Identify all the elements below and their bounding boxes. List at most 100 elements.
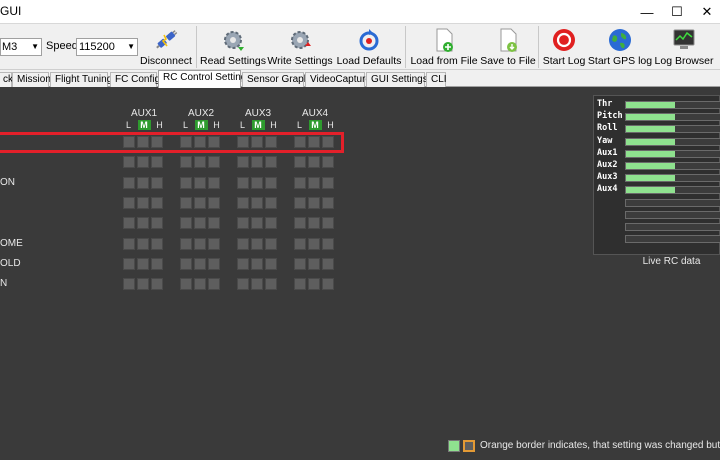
aux4-low-checkbox[interactable]	[294, 238, 306, 250]
baud-select[interactable]: 115200 ▼	[76, 38, 138, 56]
aux3-low-checkbox[interactable]	[237, 197, 249, 209]
aux2-low-checkbox[interactable]	[180, 258, 192, 270]
aux1-low-checkbox[interactable]	[123, 156, 135, 168]
aux3-mid-checkbox[interactable]	[251, 177, 263, 189]
aux3-mid-checkbox[interactable]	[251, 278, 263, 290]
aux2-mid-checkbox[interactable]	[194, 177, 206, 189]
tab-video-capture[interactable]: VideoCapture	[305, 72, 371, 87]
aux4-mid-checkbox[interactable]	[308, 177, 320, 189]
write-settings-button[interactable]: Write Settings	[267, 24, 333, 70]
aux1-mid-checkbox[interactable]	[137, 278, 149, 290]
aux1-high-checkbox[interactable]	[151, 197, 163, 209]
aux4-high-checkbox[interactable]	[322, 156, 334, 168]
log-browser-button[interactable]: Log Browser	[654, 24, 714, 70]
aux2-low-checkbox[interactable]	[180, 238, 192, 250]
aux1-mid-checkbox[interactable]	[137, 197, 149, 209]
aux1-low-checkbox[interactable]	[123, 177, 135, 189]
aux2-high-checkbox[interactable]	[208, 238, 220, 250]
aux4-mid-checkbox[interactable]	[308, 156, 320, 168]
tab-rc-control-settings[interactable]: RC Control Settings	[158, 70, 251, 88]
aux4-low-checkbox[interactable]	[294, 177, 306, 189]
aux4-low-checkbox[interactable]	[294, 156, 306, 168]
close-button[interactable]: ✕	[692, 0, 720, 24]
aux3-mid-checkbox[interactable]	[251, 156, 263, 168]
start-log-button[interactable]: Start Log	[542, 24, 586, 70]
aux2-high-checkbox[interactable]	[208, 156, 220, 168]
aux3-mid-checkbox[interactable]	[251, 238, 263, 250]
tab-cli[interactable]: CLI	[426, 72, 447, 87]
save-to-file-button[interactable]: Save to File	[480, 24, 536, 70]
aux3-high-checkbox[interactable]	[265, 238, 277, 250]
aux1-mid-checkbox[interactable]	[137, 258, 149, 270]
aux4-low-checkbox[interactable]	[294, 197, 306, 209]
load-defaults-button[interactable]: Load Defaults	[336, 24, 402, 70]
aux4-mid-checkbox[interactable]	[308, 197, 320, 209]
aux1-high-checkbox[interactable]	[151, 278, 163, 290]
aux4-high-checkbox[interactable]	[322, 238, 334, 250]
aux2-mid-checkbox[interactable]	[194, 156, 206, 168]
aux2-mid-checkbox[interactable]	[194, 238, 206, 250]
aux2-high-checkbox[interactable]	[208, 197, 220, 209]
aux2-mid-checkbox[interactable]	[194, 197, 206, 209]
aux1-low-checkbox[interactable]	[123, 238, 135, 250]
aux2-high-checkbox[interactable]	[208, 217, 220, 229]
aux4-high-checkbox[interactable]	[322, 177, 334, 189]
aux2-low-checkbox[interactable]	[180, 177, 192, 189]
aux2-mid-checkbox[interactable]	[194, 278, 206, 290]
tab-gui-settings[interactable]: GUI Settings	[366, 72, 428, 87]
aux3-high-checkbox[interactable]	[265, 258, 277, 270]
aux2-low-checkbox[interactable]	[180, 156, 192, 168]
disconnect-button[interactable]: Disconnect	[140, 24, 192, 70]
aux4-high-checkbox[interactable]	[322, 278, 334, 290]
tab-mission[interactable]: Mission	[12, 72, 51, 87]
aux1-low-checkbox[interactable]	[123, 258, 135, 270]
tab-sensor-graph[interactable]: Sensor Graph	[242, 72, 309, 87]
aux2-mid-checkbox[interactable]	[194, 258, 206, 270]
aux3-high-checkbox[interactable]	[265, 177, 277, 189]
aux4-mid-checkbox[interactable]	[308, 258, 320, 270]
aux4-low-checkbox[interactable]	[294, 278, 306, 290]
aux1-high-checkbox[interactable]	[151, 217, 163, 229]
aux3-high-checkbox[interactable]	[265, 217, 277, 229]
aux3-low-checkbox[interactable]	[237, 278, 249, 290]
aux2-low-checkbox[interactable]	[180, 278, 192, 290]
aux3-low-checkbox[interactable]	[237, 217, 249, 229]
aux3-low-checkbox[interactable]	[237, 177, 249, 189]
aux1-mid-checkbox[interactable]	[137, 217, 149, 229]
aux1-mid-checkbox[interactable]	[137, 238, 149, 250]
aux4-high-checkbox[interactable]	[322, 258, 334, 270]
aux3-high-checkbox[interactable]	[265, 278, 277, 290]
aux3-low-checkbox[interactable]	[237, 238, 249, 250]
aux3-mid-checkbox[interactable]	[251, 217, 263, 229]
tab-fc-config[interactable]: FC Config	[110, 72, 160, 87]
aux3-low-checkbox[interactable]	[237, 156, 249, 168]
aux3-high-checkbox[interactable]	[265, 197, 277, 209]
aux3-mid-checkbox[interactable]	[251, 197, 263, 209]
aux2-high-checkbox[interactable]	[208, 177, 220, 189]
port-select[interactable]: M3 ▼	[0, 38, 42, 56]
aux4-low-checkbox[interactable]	[294, 217, 306, 229]
aux1-high-checkbox[interactable]	[151, 177, 163, 189]
aux4-low-checkbox[interactable]	[294, 258, 306, 270]
aux4-mid-checkbox[interactable]	[308, 238, 320, 250]
aux4-high-checkbox[interactable]	[322, 197, 334, 209]
load-from-file-button[interactable]: Load from File	[410, 24, 478, 70]
aux2-mid-checkbox[interactable]	[194, 217, 206, 229]
aux1-mid-checkbox[interactable]	[137, 177, 149, 189]
aux1-high-checkbox[interactable]	[151, 238, 163, 250]
aux3-high-checkbox[interactable]	[265, 156, 277, 168]
aux2-high-checkbox[interactable]	[208, 278, 220, 290]
aux4-mid-checkbox[interactable]	[308, 278, 320, 290]
start-gps-log-button[interactable]: Start GPS log	[588, 24, 652, 70]
aux3-low-checkbox[interactable]	[237, 258, 249, 270]
minimize-button[interactable]: —	[632, 0, 662, 24]
aux1-high-checkbox[interactable]	[151, 258, 163, 270]
aux1-high-checkbox[interactable]	[151, 156, 163, 168]
maximize-button[interactable]: ☐	[662, 0, 692, 24]
aux2-high-checkbox[interactable]	[208, 258, 220, 270]
tab-flight-tuning[interactable]: Flight Tuning	[50, 72, 112, 87]
aux1-low-checkbox[interactable]	[123, 278, 135, 290]
aux1-low-checkbox[interactable]	[123, 197, 135, 209]
read-settings-button[interactable]: Read Settings	[200, 24, 266, 70]
aux2-low-checkbox[interactable]	[180, 197, 192, 209]
